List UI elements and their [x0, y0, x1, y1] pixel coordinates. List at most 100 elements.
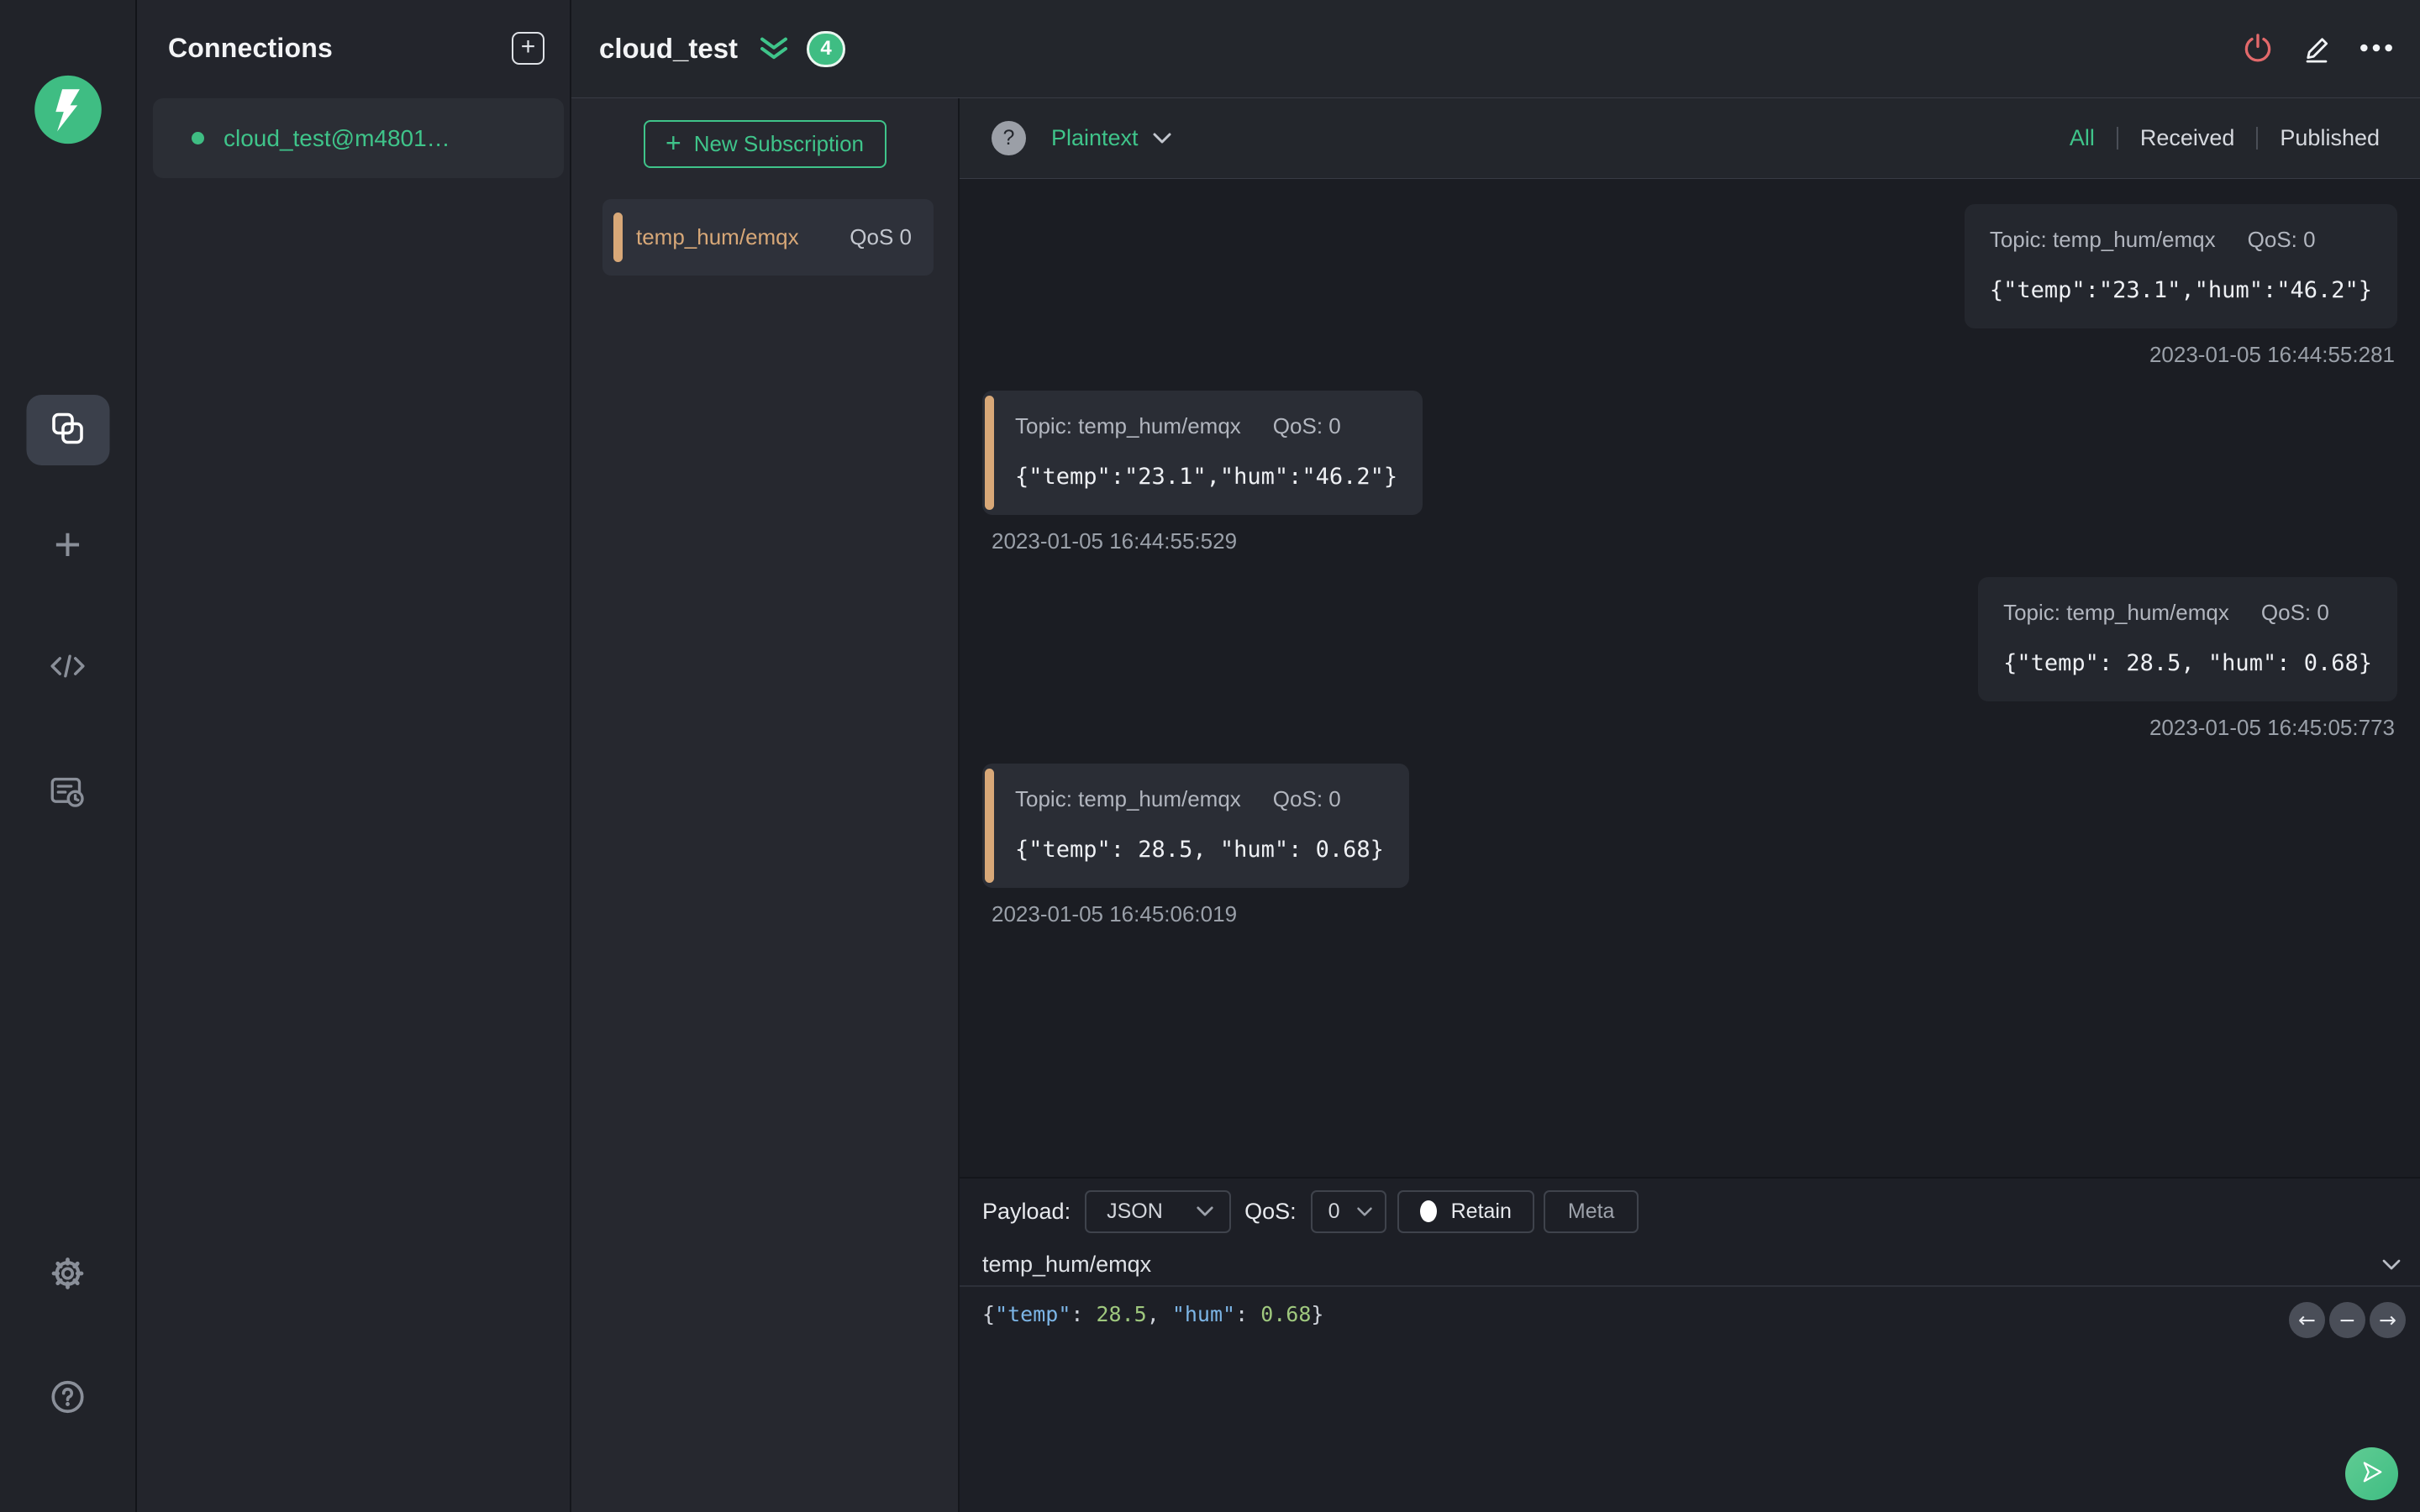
connection-item[interactable]: cloud_test@m4801…	[153, 98, 564, 178]
topic-input[interactable]: temp_hum/emqx	[982, 1252, 1151, 1278]
main-area: cloud_test 4 + New Subscription temp_hum…	[571, 0, 2420, 1512]
nav-log[interactable]	[26, 759, 109, 829]
more-options-button[interactable]	[2360, 43, 2393, 55]
message-topic: Topic: temp_hum/emqx	[1989, 227, 2216, 252]
arrow-left-icon: ←	[2298, 1308, 2316, 1332]
payload-editor[interactable]: {"temp": 28.5, "hum": 0.68} ← − →	[960, 1287, 2420, 1512]
nav-help[interactable]	[26, 1363, 109, 1434]
format-group: ? Plaintext	[992, 121, 1172, 155]
nav-script[interactable]	[26, 633, 109, 703]
message-topic: Topic: temp_hum/emqx	[1015, 786, 1241, 811]
connection-name: cloud_test@m4801…	[224, 124, 450, 151]
add-connection-button[interactable]: +	[512, 32, 544, 65]
message-card[interactable]: Topic: temp_hum/emqx QoS: 0 {"temp": 28.…	[1978, 577, 2397, 701]
subscription-topic: temp_hum/emqx	[636, 224, 799, 249]
qos-label: QoS:	[1244, 1198, 1297, 1224]
filter-all[interactable]: All	[2048, 125, 2117, 151]
plus-icon: +	[54, 517, 82, 570]
retain-toggle[interactable]: Retain	[1397, 1189, 1534, 1233]
message-payload: {"temp":"23.1","hum":"46.2"}	[1015, 464, 1398, 490]
plus-icon: +	[520, 33, 536, 60]
message-block: Topic: temp_hum/emqx QoS: 0 {"temp":"23.…	[982, 391, 2397, 554]
retain-dot-icon	[1419, 1200, 1437, 1222]
header-actions	[2242, 32, 2393, 66]
collapse-chevron-icon[interactable]	[2381, 1258, 2402, 1271]
publish-panel: Payload: JSON QoS: 0 Retain Meta temp_hu…	[960, 1177, 2420, 1512]
format-selected: Plaintext	[1051, 125, 1139, 150]
connections-icon	[50, 410, 87, 451]
payload-label: Payload:	[982, 1198, 1071, 1224]
nav-new-connection[interactable]: +	[26, 509, 109, 580]
power-icon	[2242, 32, 2274, 66]
message-topic: Topic: temp_hum/emqx	[1015, 413, 1241, 438]
filter-published[interactable]: Published	[2258, 125, 2402, 151]
connection-title: cloud_test	[599, 33, 739, 64]
left-rail: +	[0, 0, 137, 1512]
meta-label: Meta	[1567, 1199, 1615, 1223]
publish-options-bar: Payload: JSON QoS: 0 Retain Meta	[960, 1179, 2420, 1244]
new-subscription-button[interactable]: + New Subscription	[643, 120, 886, 168]
meta-button[interactable]: Meta	[1543, 1189, 1639, 1233]
message-meta: Topic: temp_hum/emqx QoS: 0	[1990, 227, 2372, 253]
retain-label: Retain	[1450, 1199, 1512, 1223]
payload-format-select[interactable]: Plaintext	[1051, 125, 1172, 151]
message-meta: Topic: temp_hum/emqx QoS: 0	[1015, 786, 1384, 812]
message-card[interactable]: Topic: temp_hum/emqx QoS: 0 {"temp": 28.…	[982, 764, 1409, 888]
new-subscription-label: New Subscription	[693, 131, 864, 156]
connections-panel: Connections + cloud_test@m4801…	[137, 0, 571, 1512]
arrow-right-icon: →	[2379, 1308, 2396, 1332]
message-card[interactable]: Topic: temp_hum/emqx QoS: 0 {"temp":"23.…	[982, 391, 1423, 515]
message-payload: {"temp": 28.5, "hum": 0.68}	[1015, 837, 1384, 863]
content: + New Subscription temp_hum/emqx QoS 0 ?…	[571, 98, 2420, 1512]
nav-settings[interactable]	[26, 1240, 109, 1310]
message-payload: {"temp":"23.1","hum":"46.2"}	[1989, 277, 2372, 303]
subscription-color-bar	[613, 213, 623, 262]
nav-connections[interactable]	[26, 395, 109, 465]
qos-value: 0	[1328, 1199, 1340, 1223]
message-payload: {"temp": 28.5, "hum": 0.68}	[2003, 650, 2372, 676]
mqttx-app: + Connections + cloud_test@m4801… cloud_…	[0, 0, 2420, 1512]
paper-plane-icon	[2359, 1459, 2386, 1488]
message-count-badge: 4	[807, 30, 846, 67]
connection-title-group: cloud_test 4	[599, 30, 846, 67]
message-block: Topic: temp_hum/emqx QoS: 0 {"temp":"23.…	[982, 204, 2397, 367]
payload-editor-content: {"temp": 28.5, "hum": 0.68}	[982, 1302, 1324, 1326]
plus-icon: +	[666, 128, 681, 158]
message-block: Topic: temp_hum/emqx QoS: 0 {"temp": 28.…	[982, 577, 2397, 740]
connections-header: Connections +	[137, 0, 570, 65]
qos-dropdown[interactable]: 0	[1310, 1189, 1386, 1233]
next-message-button[interactable]: →	[2370, 1302, 2406, 1338]
disconnect-button[interactable]	[2242, 32, 2274, 66]
minus-icon: −	[2338, 1308, 2356, 1332]
mqttx-logo	[33, 74, 103, 145]
message-card[interactable]: Topic: temp_hum/emqx QoS: 0 {"temp":"23.…	[1964, 204, 2397, 328]
subscription-item[interactable]: temp_hum/emqx QoS 0	[602, 199, 934, 276]
pencil-icon	[2301, 32, 2333, 66]
payload-format-value: JSON	[1107, 1199, 1163, 1223]
gear-icon	[50, 1255, 87, 1296]
message-meta: Topic: temp_hum/emqx QoS: 0	[2003, 600, 2372, 626]
chevron-down-icon	[1153, 133, 1171, 144]
chevron-down-icon	[1197, 1206, 1213, 1216]
filter-received[interactable]: Received	[2118, 125, 2257, 151]
message-qos: QoS: 0	[2247, 227, 2316, 252]
history-nav: ← − →	[2289, 1302, 2406, 1338]
publish-topic-row: temp_hum/emqx	[960, 1244, 2420, 1287]
connection-header: cloud_test 4	[571, 0, 2420, 98]
message-qos: QoS: 0	[2260, 600, 2329, 625]
edit-connection-button[interactable]	[2301, 32, 2333, 66]
chevron-down-icon	[1356, 1207, 1372, 1215]
subscription-qos: QoS 0	[850, 224, 912, 249]
messages-toolbar: ? Plaintext All Received Published	[960, 98, 2420, 179]
send-button[interactable]	[2345, 1447, 2398, 1500]
message-timestamp: 2023-01-05 16:45:06:019	[992, 901, 1238, 927]
prev-message-button[interactable]: ←	[2289, 1302, 2325, 1338]
format-help-icon[interactable]: ?	[992, 121, 1026, 155]
code-icon	[49, 648, 87, 688]
message-topic: Topic: temp_hum/emqx	[2003, 600, 2229, 625]
ellipsis-icon	[2360, 43, 2393, 55]
clear-message-button[interactable]: −	[2329, 1302, 2365, 1338]
double-chevron-down-icon[interactable]	[758, 37, 790, 60]
payload-format-dropdown[interactable]: JSON	[1085, 1189, 1232, 1233]
messages-panel: ? Plaintext All Received Published Topic…	[960, 98, 2420, 1512]
